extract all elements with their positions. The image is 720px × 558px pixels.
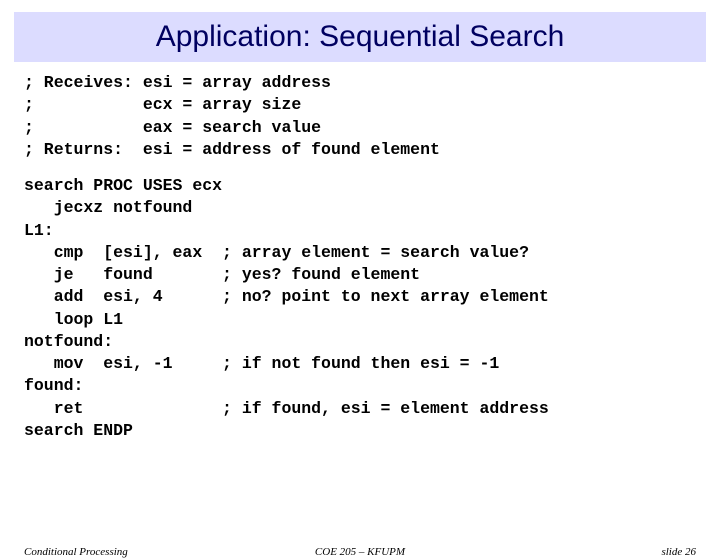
slide-title: Application: Sequential Search — [14, 12, 706, 62]
code-header: ; Receives: esi = array address ; ecx = … — [24, 72, 720, 161]
footer-center: COE 205 – KFUPM — [0, 546, 720, 558]
code-body: search PROC USES ecx jecxz notfound L1: … — [24, 175, 720, 442]
footer-right: slide 26 — [661, 546, 696, 558]
